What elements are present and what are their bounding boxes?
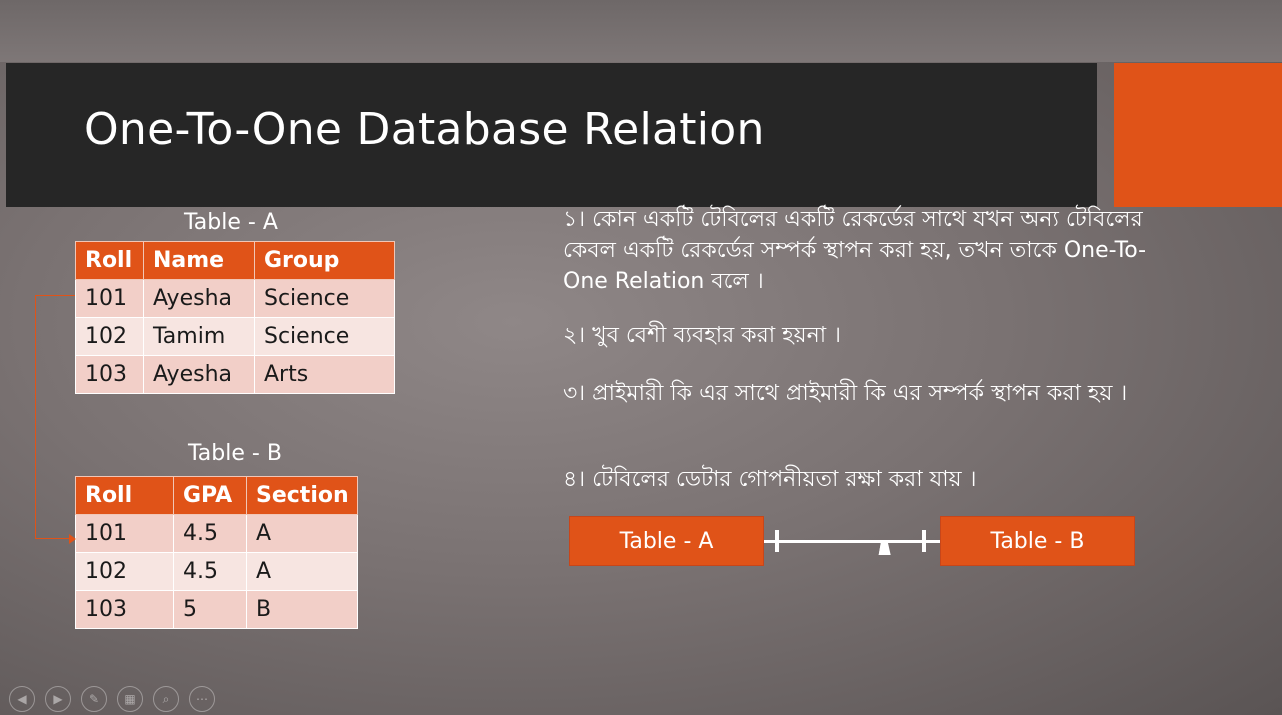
slides-grid-icon[interactable]: ▦ [117, 686, 143, 712]
mouse-cursor-icon [878, 540, 894, 555]
table-a-caption: Table - A [184, 210, 278, 235]
pen-icon[interactable]: ✎ [81, 686, 107, 712]
table-cell: Science [254, 279, 395, 318]
more-icon[interactable]: ⋯ [189, 686, 215, 712]
table-header-cell: GPA [173, 476, 247, 515]
table-row: 102 4.5 A [75, 552, 358, 591]
table-cell: Ayesha [143, 355, 255, 394]
next-icon[interactable]: ▶ [45, 686, 71, 712]
table-row: 101 4.5 A [75, 514, 358, 553]
table-header-cell: Roll [75, 241, 144, 280]
bullet-point-1: ১। কোন একটি টেবিলের একটি রেকর্ডের সাথে য… [563, 207, 1147, 294]
table-cell: 103 [75, 355, 144, 394]
bullet-point-4: ৪। টেবিলের ডেটার গোপনীয়তা রক্ষা করা যায… [563, 467, 977, 492]
table-cell: 4.5 [173, 514, 247, 553]
table-header-row: Roll GPA Section [75, 476, 358, 515]
accent-block [1114, 63, 1282, 207]
table-header-cell: Group [254, 241, 395, 280]
table-header-cell: Section [246, 476, 358, 515]
table-cell: B [246, 590, 358, 629]
table-row: 103 5 B [75, 590, 358, 629]
cardinality-one-marker-icon [775, 530, 779, 552]
table-cell: 102 [75, 552, 174, 591]
table-header-cell: Roll [75, 476, 174, 515]
table-cell: 5 [173, 590, 247, 629]
relation-line [764, 540, 940, 543]
diagram-table-a-box: Table - A [569, 516, 764, 566]
table-b-caption: Table - B [188, 441, 282, 466]
presentation-controls: ◀ ▶ ✎ ▦ ⌕ ⋯ [9, 686, 215, 712]
zoom-icon[interactable]: ⌕ [153, 686, 179, 712]
slide-title: One-To-One Database Relation [84, 104, 765, 155]
bullet-point-3: ৩। প্রাইমারী কি এর সাথে প্রাইমারী কি এর … [563, 381, 1128, 406]
table-cell: A [246, 552, 358, 591]
table-a: Roll Name Group 101 Ayesha Science 102 T… [75, 241, 395, 394]
table-row: 101 Ayesha Science [75, 279, 395, 318]
table-cell: Ayesha [143, 279, 255, 318]
table-b: Roll GPA Section 101 4.5 A 102 4.5 A 103… [75, 476, 358, 629]
table-cell: Tamim [143, 317, 255, 356]
diagram-table-b-box: Table - B [940, 516, 1135, 566]
table-header-cell: Name [143, 241, 255, 280]
table-row: 102 Tamim Science [75, 317, 395, 356]
table-cell: 103 [75, 590, 174, 629]
cardinality-one-marker-icon [922, 530, 926, 552]
link-connector [35, 538, 70, 539]
table-cell: A [246, 514, 358, 553]
arrow-head-icon [69, 534, 76, 544]
top-band [0, 0, 1282, 62]
table-cell: 101 [75, 279, 144, 318]
table-cell: 101 [75, 514, 174, 553]
table-cell: 102 [75, 317, 144, 356]
table-cell: 4.5 [173, 552, 247, 591]
previous-icon[interactable]: ◀ [9, 686, 35, 712]
table-cell: Science [254, 317, 395, 356]
table-row: 103 Ayesha Arts [75, 355, 395, 394]
table-cell: Arts [254, 355, 395, 394]
table-header-row: Roll Name Group [75, 241, 395, 280]
bullet-point-2: ২। খুব বেশী ব্যবহার করা হয়না । [563, 323, 841, 348]
link-connector [35, 295, 75, 296]
link-connector [35, 295, 36, 538]
